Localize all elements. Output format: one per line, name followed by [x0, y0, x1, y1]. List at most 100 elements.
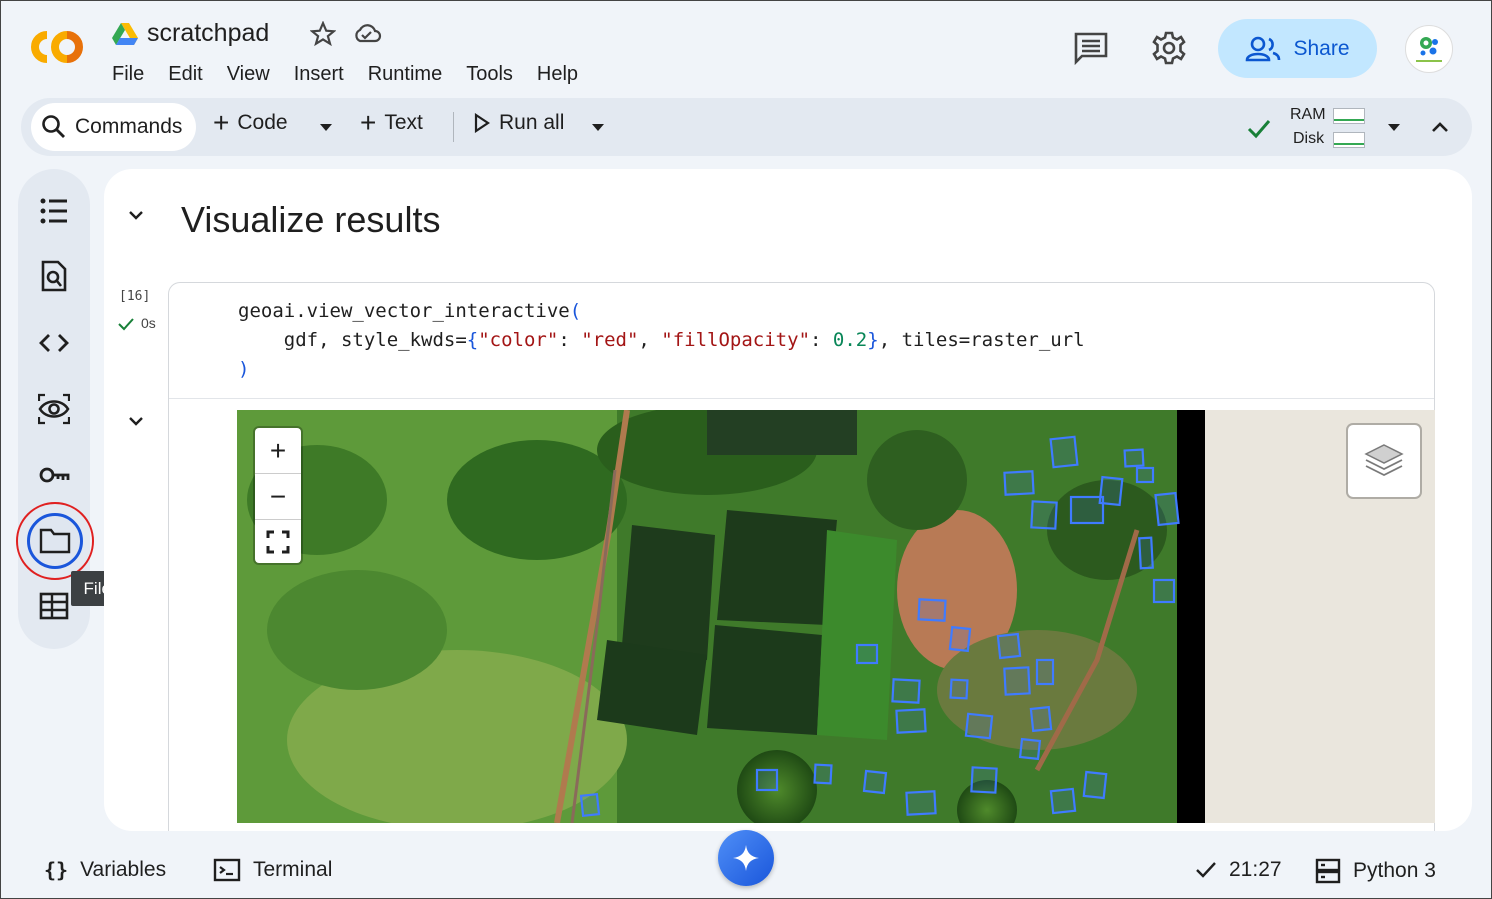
code-key-fillopacity: "fillOpacity" — [661, 329, 811, 351]
runtime-label: Python 3 — [1353, 859, 1436, 882]
toolbar-divider — [453, 112, 454, 142]
fullscreen-button[interactable] — [255, 519, 301, 564]
layers-icon — [1364, 444, 1404, 477]
server-icon — [1315, 858, 1341, 884]
data-table-icon[interactable] — [38, 590, 70, 622]
menu-runtime[interactable]: Runtime — [368, 63, 442, 86]
runtime-button[interactable]: Python 3 — [1315, 858, 1436, 884]
add-text-button[interactable]: + Text — [360, 107, 423, 138]
code-snippets-icon[interactable] — [38, 327, 70, 359]
building-footprint-polygon[interactable] — [964, 712, 994, 740]
menu-insert[interactable]: Insert — [294, 63, 344, 86]
building-footprint-polygon[interactable] — [862, 769, 888, 795]
code-editor[interactable]: geoai.view_vector_interactive( gdf, styl… — [238, 297, 1085, 384]
building-footprint-polygon[interactable] — [895, 708, 927, 734]
building-footprint-polygon[interactable] — [1030, 500, 1058, 530]
building-footprint-polygon[interactable] — [1003, 470, 1035, 496]
variable-inspector-icon[interactable] — [38, 393, 70, 425]
add-text-label: Text — [384, 111, 423, 134]
add-code-button[interactable]: + Code — [213, 109, 288, 137]
menu-bar: File Edit View Insert Runtime Tools Help — [112, 63, 602, 86]
building-footprint-polygon[interactable] — [1098, 475, 1124, 507]
check-icon — [1196, 862, 1216, 878]
ram-label: RAM — [1290, 106, 1326, 123]
building-footprint-polygon[interactable] — [1029, 705, 1053, 733]
building-footprint-polygon[interactable] — [970, 766, 998, 794]
building-footprint-polygon[interactable] — [1135, 466, 1155, 484]
execution-status[interactable]: 21:27 — [1195, 858, 1282, 882]
find-replace-icon[interactable] — [38, 260, 70, 292]
menu-tools[interactable]: Tools — [466, 63, 513, 86]
menu-help[interactable]: Help — [537, 63, 578, 86]
building-footprint-polygon[interactable] — [891, 678, 921, 704]
layers-control[interactable] — [1348, 425, 1420, 497]
cloud-icon[interactable] — [351, 21, 383, 47]
building-footprint-polygon[interactable] — [579, 793, 601, 817]
building-footprint-polygon[interactable] — [855, 643, 879, 665]
collapse-output-chevron-icon[interactable] — [126, 415, 146, 429]
menu-view[interactable]: View — [227, 63, 270, 86]
building-footprint-polygon[interactable] — [917, 598, 947, 622]
collapse-section-chevron-icon[interactable] — [126, 209, 146, 223]
building-footprint-polygon[interactable] — [1035, 658, 1055, 686]
disk-meter[interactable] — [1333, 132, 1365, 148]
run-all-button[interactable]: Run all — [473, 111, 564, 135]
building-footprint-polygon[interactable] — [813, 763, 833, 785]
secrets-key-icon[interactable] — [38, 459, 70, 491]
building-footprint-polygon[interactable] — [1049, 435, 1079, 469]
building-footprint-polygon[interactable] — [1069, 495, 1105, 525]
terminal-button[interactable]: Terminal — [213, 858, 332, 882]
files-button[interactable] — [27, 513, 83, 569]
run-dropdown-caret-icon[interactable] — [592, 124, 604, 131]
last-run-time: 21:27 — [1229, 858, 1282, 881]
table-of-contents-icon[interactable] — [38, 195, 70, 227]
building-footprint-polygon[interactable] — [905, 790, 937, 816]
building-footprint-polygon[interactable] — [1152, 578, 1176, 604]
building-footprint-polygon[interactable] — [1082, 770, 1108, 800]
interactive-map[interactable]: + − — [237, 410, 1435, 823]
code-paren-close: ) — [238, 358, 250, 380]
doc-title[interactable]: scratchpad — [147, 19, 269, 48]
fullscreen-icon — [266, 530, 290, 553]
settings-icon[interactable] — [1151, 30, 1187, 66]
search-icon — [42, 115, 65, 138]
comments-icon[interactable] — [1073, 31, 1109, 65]
menu-edit[interactable]: Edit — [168, 63, 202, 86]
connected-check-icon — [1247, 120, 1271, 139]
zoom-out-button[interactable]: − — [255, 474, 301, 519]
building-footprint-polygon[interactable] — [1138, 536, 1154, 570]
play-icon — [474, 113, 490, 133]
resources-dropdown-caret-icon[interactable] — [1388, 124, 1400, 131]
building-footprint-polygon[interactable] — [996, 632, 1022, 660]
building-footprint-polygon[interactable] — [1018, 737, 1042, 761]
colab-logo[interactable] — [25, 27, 89, 67]
building-footprint-polygon[interactable] — [755, 768, 779, 792]
chevron-up-icon[interactable] — [1428, 116, 1452, 136]
ram-meter[interactable] — [1333, 108, 1365, 124]
code-line1-function: geoai.view_vector_interactive — [238, 300, 570, 322]
code-key-color: "color" — [478, 329, 559, 351]
run-all-label: Run all — [499, 111, 565, 134]
star-icon[interactable] — [310, 21, 336, 47]
avatar[interactable] — [1405, 25, 1453, 73]
building-footprint-polygon[interactable] — [1123, 448, 1145, 468]
building-footprint-polygon[interactable] — [948, 625, 972, 653]
commands-button[interactable]: Commands — [31, 103, 196, 151]
menu-file[interactable]: File — [112, 63, 144, 86]
plus-icon: + — [360, 107, 377, 138]
satellite-imagery[interactable] — [237, 410, 1435, 823]
drive-icon[interactable] — [112, 23, 138, 45]
building-footprint-polygon[interactable] — [1154, 491, 1180, 527]
share-button[interactable]: Share — [1218, 19, 1377, 78]
building-footprint-polygon[interactable] — [1003, 666, 1031, 696]
code-value-red: "red" — [581, 329, 639, 351]
building-footprint-polygon[interactable] — [1049, 787, 1077, 815]
braces-icon: {} — [44, 858, 69, 882]
gemini-button[interactable] — [718, 830, 774, 886]
disk-label: Disk — [1293, 130, 1325, 147]
building-footprint-polygon[interactable] — [949, 678, 969, 700]
variables-button[interactable]: {} Variables — [44, 858, 166, 882]
notebook-toolbar: Commands + Code + Text Run all RAM Disk — [21, 98, 1472, 156]
zoom-in-button[interactable]: + — [255, 428, 301, 473]
code-dropdown-caret-icon[interactable] — [320, 124, 332, 131]
